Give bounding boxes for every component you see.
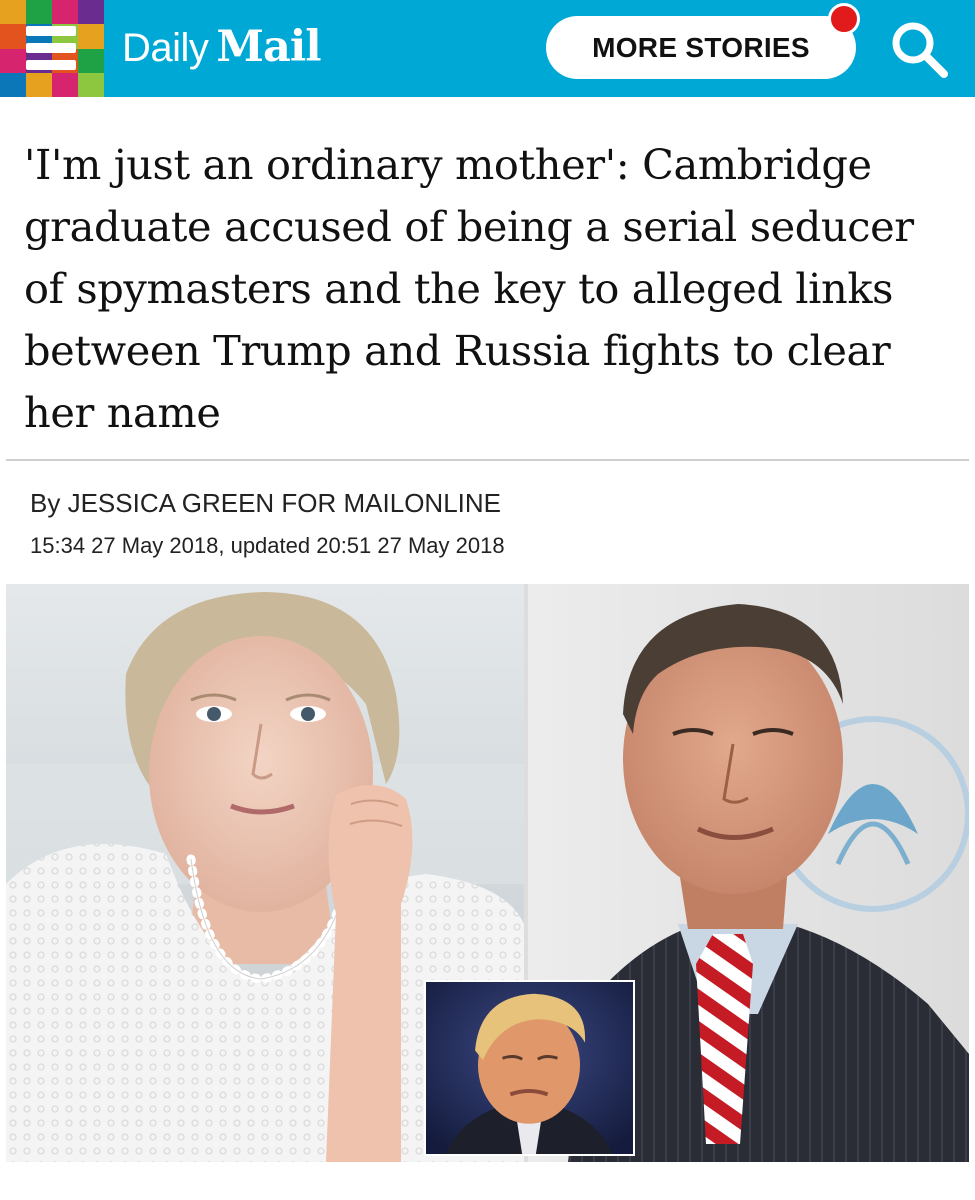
logo-mail: Mail xyxy=(216,22,321,72)
site-logo[interactable]: Daily Mail xyxy=(122,22,322,72)
hamburger-menu-icon[interactable] xyxy=(22,20,80,76)
more-stories-button[interactable]: MORE STORIES xyxy=(546,16,856,79)
headline-divider xyxy=(6,459,969,461)
article-headline: 'I'm just an ordinary mother': Cambridge… xyxy=(24,140,914,437)
logo-daily: Daily xyxy=(122,26,209,70)
article-dateline: 15:34 27 May 2018, updated 20:51 27 May … xyxy=(30,533,505,558)
notification-badge xyxy=(828,3,860,35)
search-icon[interactable] xyxy=(888,18,950,80)
article-byline[interactable]: By JESSICA GREEN FOR MAILONLINE xyxy=(30,488,501,519)
site-header: Daily Mail MORE STORIES xyxy=(0,0,975,97)
inset-portrait-photo xyxy=(424,980,635,1156)
